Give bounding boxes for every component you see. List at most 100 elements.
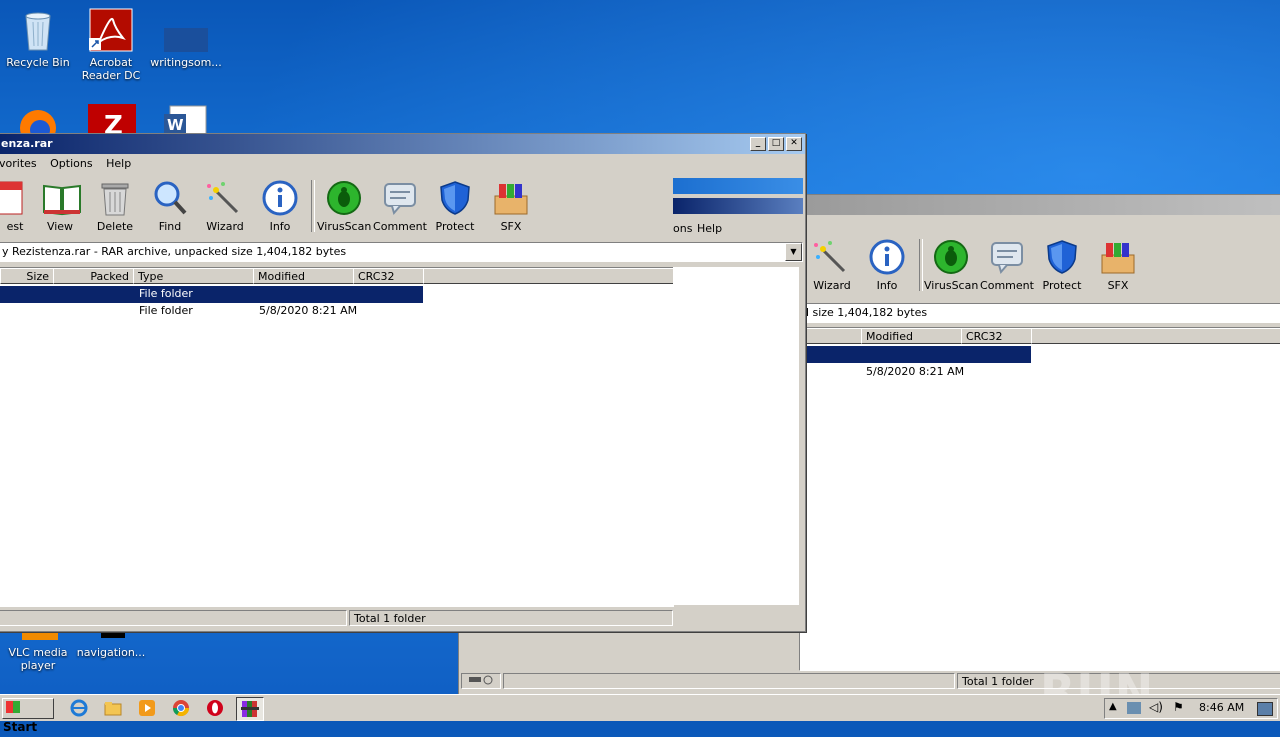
desktop-icon-label: Recycle Bin — [6, 56, 70, 69]
magic-wand-icon — [207, 180, 243, 216]
toolbar-label: Comment — [373, 220, 427, 233]
toolbar-info[interactable]: Info — [253, 180, 307, 233]
column-header-modified[interactable]: Modified — [861, 328, 962, 344]
toolbar-label: Protect — [1042, 279, 1082, 292]
explorer-icon[interactable] — [104, 699, 122, 717]
row-type: File folder — [139, 304, 193, 317]
desktop-icon-acrobat[interactable]: Acrobat Reader DC — [73, 8, 149, 82]
virus-scan-icon — [933, 239, 969, 275]
row-modified: 5/8/2020 8:21 AM — [866, 365, 965, 378]
back-toolbar-protect[interactable]: Protect — [1035, 239, 1089, 292]
winrar-icon — [241, 701, 259, 717]
column-header-crc32[interactable]: CRC32 — [961, 328, 1032, 344]
column-header-packed[interactable]: Packed — [53, 268, 134, 284]
minimize-button[interactable]: _ — [750, 137, 766, 151]
desktop-icon-label: navigation... — [76, 646, 146, 659]
maximize-button[interactable]: □ — [768, 137, 784, 151]
menu-options[interactable]: Options — [50, 157, 92, 170]
toolbar-label: Comment — [980, 279, 1034, 292]
overlap-menu-options[interactable]: ons — [673, 222, 692, 235]
window-controls: _ □ ✕ — [750, 137, 802, 151]
toolbar-separator — [311, 180, 315, 232]
toolbar-separator — [919, 239, 923, 291]
back-address-bar[interactable]: d size 1,404,182 bytes — [799, 303, 1280, 323]
back-toolbar-virusscan[interactable]: VirusScan — [924, 239, 978, 292]
winrar-taskbar-button[interactable] — [236, 697, 264, 721]
overlap-menu-help[interactable]: Help — [697, 222, 722, 235]
info-icon — [262, 180, 298, 216]
desktop-icon-writingsom[interactable]: writingsom... — [148, 8, 224, 69]
column-header-type[interactable]: Type — [133, 268, 254, 284]
toolbar-view[interactable]: View — [33, 180, 87, 233]
show-hidden-icons-icon[interactable]: ▲ — [1109, 701, 1117, 712]
magnifier-icon — [152, 180, 188, 216]
system-tray: ▲ ◁) ⚑ 8:46 AM — [1104, 698, 1278, 719]
filezilla-icon[interactable]: Z — [88, 104, 136, 134]
toolbar-find[interactable]: Find — [143, 180, 197, 233]
toolbar-label: Info — [876, 279, 898, 292]
menu-help[interactable]: Help — [106, 157, 131, 170]
list-continuation — [673, 267, 799, 605]
ie-icon[interactable] — [70, 699, 88, 717]
media-player-icon[interactable] — [138, 699, 156, 717]
volume-icon[interactable]: ◁) — [1149, 700, 1163, 714]
book-icon — [42, 180, 81, 216]
toolbar-virusscan[interactable]: VirusScan — [317, 180, 371, 233]
file-list[interactable]: Size Packed Type Modified CRC32 File fol… — [0, 267, 674, 607]
windows-logo-icon — [6, 701, 20, 713]
test-icon — [0, 180, 28, 216]
toolbar-test[interactable]: est — [0, 180, 37, 233]
toolbar-label: est — [6, 220, 24, 233]
taskbar: Start ▲ ◁) ⚑ 8:46 AM — [0, 694, 1280, 734]
status-panel-left — [503, 673, 955, 689]
status-panel-left — [0, 610, 347, 626]
column-header-modified[interactable]: Modified — [253, 268, 354, 284]
toolbar-label: Info — [269, 220, 291, 233]
desktop-icon-vlc[interactable]: VLC media player — [0, 626, 76, 672]
front-window-titlebar[interactable]: enza.rar _ □ ✕ — [0, 134, 805, 154]
chrome-icon[interactable] — [172, 699, 190, 717]
toolbar-comment[interactable]: Comment — [373, 180, 427, 233]
column-header-size[interactable]: Size — [0, 268, 54, 284]
column-header-blank[interactable] — [800, 328, 862, 344]
status-total: Total 1 folder — [349, 610, 673, 626]
column-header-crc32[interactable]: CRC32 — [353, 268, 424, 284]
desktop-icon-label: writingsom... — [150, 56, 222, 69]
back-toolbar-comment[interactable]: Comment — [980, 239, 1034, 292]
recycle-bin-icon — [16, 8, 60, 52]
status-bar: Total 1 folder — [0, 610, 673, 628]
back-toolbar-sfx[interactable]: SFX — [1091, 239, 1145, 292]
back-toolbar-wizard[interactable]: Wizard — [805, 239, 859, 292]
word-doc-icon[interactable]: W — [164, 104, 210, 134]
action-center-flag-icon[interactable]: ⚑ — [1173, 700, 1184, 714]
menu-favorites[interactable]: vorites — [0, 157, 37, 170]
toolbar-wizard[interactable]: Wizard — [198, 180, 252, 233]
table-row-selected[interactable] — [800, 346, 1031, 363]
back-toolbar-info[interactable]: Info — [860, 239, 914, 292]
toolbar-label: VirusScan — [924, 279, 979, 292]
toolbar-label: SFX — [1107, 279, 1129, 292]
status-drive-icon — [461, 673, 501, 689]
toolbar-protect[interactable]: Protect — [428, 180, 482, 233]
toolbar-label: Find — [158, 220, 182, 233]
toolbar-label: View — [46, 220, 74, 233]
opera-icon[interactable] — [206, 699, 224, 717]
front-window-toolbar: est View Delete Find Wizard Info VirusSc… — [0, 176, 671, 236]
clock[interactable]: 8:46 AM — [1199, 701, 1244, 714]
network-icon[interactable] — [1127, 702, 1141, 714]
close-button[interactable]: ✕ — [786, 137, 802, 151]
column-header-filler — [1031, 328, 1280, 344]
front-winrar-window[interactable]: enza.rar _ □ ✕ vorites Options Help est … — [0, 133, 806, 632]
start-label: Start — [3, 720, 38, 734]
toolbar-label: Protect — [435, 220, 475, 233]
toolbar-delete[interactable]: Delete — [88, 180, 142, 233]
firefox-icon[interactable] — [16, 104, 60, 134]
toolbar-sfx[interactable]: SFX — [484, 180, 538, 233]
table-row-selected[interactable]: File folder — [0, 286, 423, 303]
chevron-down-icon[interactable]: ▼ — [785, 243, 802, 261]
show-desktop-icon[interactable] — [1257, 702, 1273, 716]
desktop-icon-recycle-bin[interactable]: Recycle Bin — [0, 8, 76, 69]
desktop-icon-label: VLC media player — [8, 646, 68, 672]
start-button[interactable]: Start — [2, 698, 54, 734]
address-bar[interactable]: y Rezistenza.rar - RAR archive, unpacked… — [0, 242, 803, 262]
